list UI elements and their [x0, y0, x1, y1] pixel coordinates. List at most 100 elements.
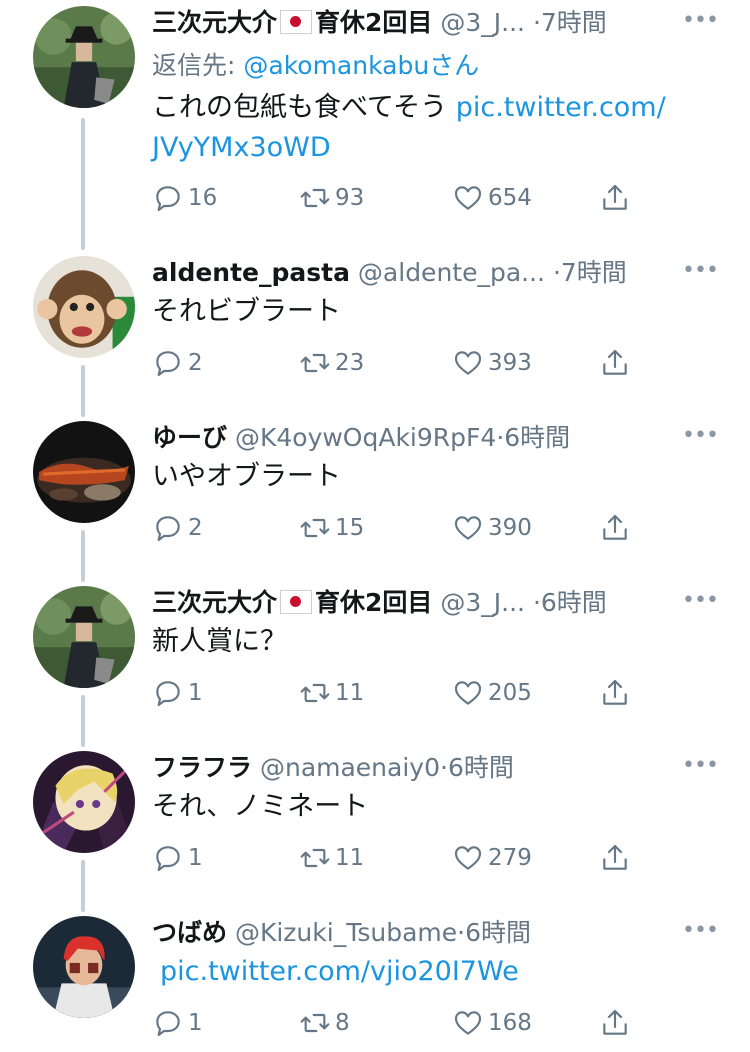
display-name-suffix[interactable]: 育休2回目 [315, 588, 432, 617]
retweet-button[interactable]: 8 [299, 1005, 350, 1041]
user-handle[interactable]: @namaenaiy0 [260, 753, 440, 782]
user-handle[interactable]: @aldente_pa... [358, 258, 545, 287]
share-button[interactable] [599, 510, 635, 546]
separator-dot: · [457, 918, 466, 947]
tweet-text: 新人賞に？ [152, 622, 287, 662]
reply-count: 1 [188, 845, 203, 871]
timestamp[interactable]: 6時間 [448, 753, 514, 782]
tweet[interactable]: フラフラ @namaenaiy0·6時間 ••• それ、ノミネート 1 11 2… [0, 751, 750, 901]
user-handle[interactable]: @3_J... [440, 588, 525, 617]
replying-prefix: 返信先: [152, 51, 244, 80]
retweet-button[interactable]: 11 [299, 675, 364, 711]
media-link[interactable]: pic.twitter.com/vjio20I7We [160, 956, 519, 987]
media-link-continued[interactable]: JVyYMx3oWD [152, 132, 331, 163]
tweet-text-line: それビブラート [152, 296, 341, 327]
retweet-icon [300, 188, 330, 208]
reply-count: 2 [188, 350, 203, 376]
timestamp[interactable]: 7時間 [541, 8, 607, 37]
tweet-text-line: それ、ノミネート [152, 791, 369, 822]
avatar[interactable] [33, 916, 135, 1018]
share-button[interactable] [599, 840, 635, 876]
display-name[interactable]: 三次元大介 [152, 588, 277, 617]
timestamp[interactable]: 6時間 [465, 918, 531, 947]
share-button[interactable] [599, 180, 635, 216]
tweet[interactable]: つばめ @Kizuki_Tsubame·6時間 ••• pic.twitter.… [0, 916, 750, 1052]
like-count: 390 [488, 515, 532, 541]
retweet-icon [300, 518, 330, 538]
user-handle[interactable]: @Kizuki_Tsubame [235, 918, 457, 947]
display-name-suffix[interactable]: 育休2回目 [315, 8, 432, 37]
more-options-icon[interactable]: ••• [682, 751, 719, 785]
more-options-icon[interactable]: ••• [682, 256, 719, 290]
like-button[interactable]: 168 [452, 1005, 532, 1041]
retweet-icon [300, 353, 330, 373]
timestamp[interactable]: 6時間 [541, 588, 607, 617]
retweet-button[interactable]: 15 [299, 510, 364, 546]
share-button[interactable] [599, 1005, 635, 1041]
tweet-header: 三次元大介 育休2回目 @3_J... ·6時間 [152, 586, 712, 620]
like-button[interactable]: 654 [452, 180, 532, 216]
timestamp[interactable]: 6時間 [504, 423, 570, 452]
avatar[interactable] [33, 6, 135, 108]
separator-dot: · [552, 258, 561, 287]
retweet-icon [300, 683, 330, 703]
tweet-actions: 16 93 654 [152, 180, 652, 216]
like-button[interactable]: 390 [452, 510, 532, 546]
reply-icon [156, 846, 180, 872]
tweet[interactable]: 三次元大介 育休2回目 @3_J... ·7時間 ••• 返信先: @akoman… [0, 6, 750, 246]
replying-handle-link[interactable]: @akomankabuさん [243, 51, 479, 80]
display-name[interactable]: 三次元大介 [152, 8, 277, 37]
retweet-button[interactable]: 11 [299, 840, 364, 876]
retweet-icon [300, 848, 330, 868]
share-button[interactable] [599, 675, 635, 711]
like-button[interactable]: 393 [452, 345, 532, 381]
retweet-button[interactable]: 93 [299, 180, 364, 216]
more-options-icon[interactable]: ••• [682, 421, 719, 455]
retweet-button[interactable]: 23 [299, 345, 364, 381]
reply-count: 1 [188, 1010, 203, 1036]
reply-button[interactable]: 1 [152, 1005, 203, 1041]
share-button[interactable] [599, 345, 635, 381]
separator-dot: · [532, 8, 541, 37]
display-name[interactable]: aldente_pasta [152, 258, 350, 287]
japan-flag-icon [280, 10, 313, 34]
like-button[interactable]: 205 [452, 675, 532, 711]
more-options-icon[interactable]: ••• [682, 916, 719, 950]
share-icon [603, 679, 627, 705]
reply-button[interactable]: 1 [152, 840, 203, 876]
tweet[interactable]: aldente_pasta @aldente_pa... ·7時間 ••• それ… [0, 256, 750, 406]
reply-icon [156, 1011, 180, 1037]
reply-icon [156, 351, 180, 377]
more-options-icon[interactable]: ••• [682, 586, 719, 620]
display-name[interactable]: フラフラ [152, 753, 252, 782]
tweet-text: これの包紙も食べてそう pic.twitter.com/ [152, 88, 666, 128]
tweet-text: それ、ノミネート [152, 787, 368, 827]
tweet[interactable]: ゆーび @K4oywOqAki9RpF4·6時間 ••• いやオブラート 2 1… [0, 421, 750, 571]
like-button[interactable]: 279 [452, 840, 532, 876]
avatar[interactable] [33, 586, 135, 688]
share-icon [603, 514, 627, 540]
tweet-header: aldente_pasta @aldente_pa... ·7時間 [152, 256, 712, 290]
reply-count: 16 [188, 185, 218, 211]
display-name[interactable]: つばめ [152, 918, 227, 947]
reply-button[interactable]: 2 [152, 345, 203, 381]
avatar[interactable] [33, 421, 135, 523]
avatar[interactable] [33, 751, 135, 853]
user-handle[interactable]: @3_J... [440, 8, 525, 37]
like-icon [454, 681, 482, 705]
tweet[interactable]: 三次元大介 育休2回目 @3_J... ·6時間 ••• 新人賞に？ 1 11 2… [0, 586, 750, 736]
more-options-icon[interactable]: ••• [682, 6, 719, 40]
tweet-text-line: いやオブラート [152, 461, 341, 492]
reply-button[interactable]: 1 [152, 675, 203, 711]
tweet-actions: 2 23 393 [152, 345, 652, 381]
reply-button[interactable]: 2 [152, 510, 203, 546]
user-handle[interactable]: @K4oywOqAki9RpF4 [235, 423, 496, 452]
avatar[interactable] [33, 256, 135, 358]
avatar-anime-character-image [33, 751, 135, 853]
display-name[interactable]: ゆーび [152, 423, 227, 452]
media-link[interactable]: pic.twitter.com/ [456, 92, 666, 123]
reply-button[interactable]: 16 [152, 180, 217, 216]
reply-icon [156, 516, 180, 542]
share-icon [603, 349, 627, 375]
timestamp[interactable]: 7時間 [561, 258, 627, 287]
